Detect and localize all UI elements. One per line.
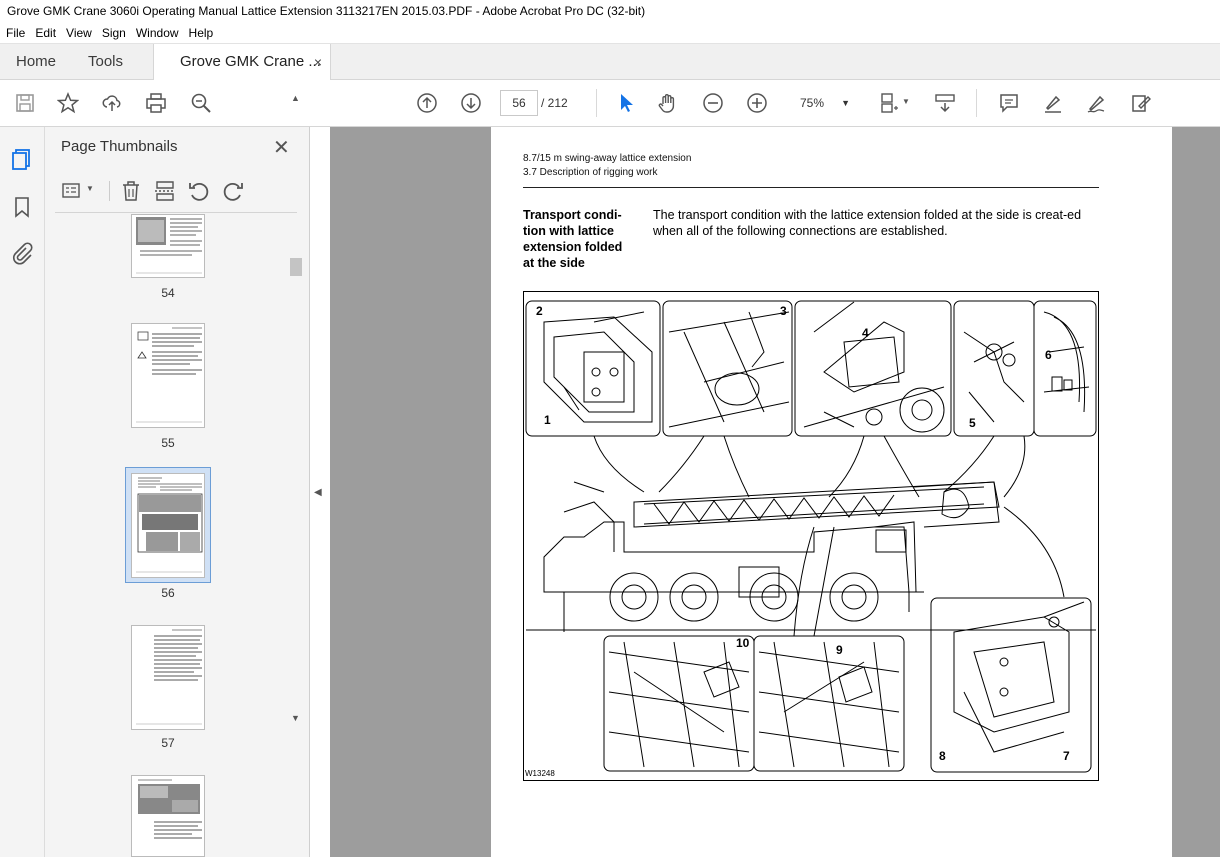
- tab-tools[interactable]: Tools: [88, 44, 123, 80]
- zoom-in-icon[interactable]: [744, 90, 770, 116]
- thumbnail-page-54[interactable]: [131, 214, 205, 278]
- header-rule: [523, 187, 1099, 188]
- thumbnail-options-icon[interactable]: [61, 179, 85, 203]
- bookmark-star-icon[interactable]: [55, 90, 81, 116]
- thumbnail-label: 55: [161, 436, 175, 450]
- thumbnail-scrollbar[interactable]: ▲ ▼: [290, 93, 302, 728]
- main-toolbar: [0, 80, 1220, 127]
- tab-document-label: Grove GMK Crane ...: [180, 53, 321, 70]
- menu-view[interactable]: View: [60, 23, 96, 43]
- tab-home[interactable]: Home: [16, 44, 56, 80]
- menu-edit[interactable]: Edit: [29, 23, 60, 43]
- crane-illustration: [525, 300, 1097, 773]
- callout-label: 9: [836, 643, 843, 657]
- print-icon[interactable]: [143, 90, 169, 116]
- callout-label: 4: [862, 326, 869, 340]
- panel-divider: [109, 181, 110, 201]
- callout-label: 10: [736, 636, 750, 650]
- scroll-up-icon[interactable]: ▲: [291, 93, 300, 103]
- thumbnail-page-56[interactable]: [131, 473, 205, 578]
- zoom-out-icon[interactable]: [700, 90, 726, 116]
- callout-label: 5: [969, 416, 976, 430]
- tab-bar: Home Tools Grove GMK Crane ... ×: [0, 43, 1220, 81]
- panel-toolbar: ▼: [45, 175, 310, 211]
- zoom-select[interactable]: 75% ▼: [788, 90, 858, 116]
- hand-icon[interactable]: [655, 90, 681, 116]
- callout-label: 7: [1063, 749, 1070, 763]
- callout-label: 3: [780, 304, 787, 318]
- comment-icon[interactable]: [996, 90, 1022, 116]
- figure-code: W13248: [525, 769, 555, 778]
- scrollbar-thumb[interactable]: [290, 258, 302, 276]
- menu-sign[interactable]: Sign: [96, 23, 130, 43]
- save-icon[interactable]: [12, 90, 38, 116]
- select-arrow-icon[interactable]: [612, 90, 638, 116]
- page-down-icon[interactable]: [458, 90, 484, 116]
- menu-bar: File Edit View Sign Window Help: [0, 23, 1220, 43]
- toolbar-divider: [976, 89, 977, 117]
- scroll-down-icon[interactable]: ▼: [291, 713, 300, 723]
- attachment-icon[interactable]: [10, 241, 34, 265]
- bookmark-icon[interactable]: [10, 195, 34, 219]
- chevron-down-icon: ▼: [841, 98, 850, 108]
- scroll-mode-icon[interactable]: [932, 90, 958, 116]
- thumbnail-label: 54: [161, 286, 175, 300]
- close-icon[interactable]: ✕: [273, 135, 290, 160]
- page-number-input[interactable]: 56: [500, 90, 538, 116]
- technical-figure: [523, 291, 1099, 781]
- rotate-right-icon[interactable]: [221, 179, 245, 203]
- menu-help[interactable]: Help: [183, 23, 218, 43]
- more-tools-icon[interactable]: [1128, 90, 1154, 116]
- extract-pages-icon[interactable]: [153, 179, 177, 203]
- side-heading: Transport condi-tion with lattice extens…: [523, 208, 623, 270]
- toolbar-divider: [596, 89, 597, 117]
- window-title: Grove GMK Crane 3060i Operating Manual L…: [0, 0, 1220, 23]
- panel-divider: [55, 212, 297, 213]
- sign-icon[interactable]: [1084, 90, 1110, 116]
- callout-label: 1: [544, 413, 551, 427]
- thumbnail-label: 57: [161, 736, 175, 750]
- callout-label: 2: [536, 304, 543, 318]
- zoom-value: 75%: [800, 96, 825, 110]
- callout-label: 6: [1045, 348, 1052, 362]
- delete-icon[interactable]: [119, 179, 143, 203]
- page-total: / 212: [541, 96, 568, 110]
- left-rail: [0, 127, 45, 857]
- rotate-left-icon[interactable]: [187, 179, 211, 203]
- zoom-search-icon[interactable]: [188, 90, 214, 116]
- page-header-section: 3.7 Description of rigging work: [523, 167, 658, 178]
- page-up-icon[interactable]: [414, 90, 440, 116]
- thumbnail-page-55[interactable]: [131, 323, 205, 428]
- thumbnail-page-57[interactable]: [131, 625, 205, 730]
- menu-file[interactable]: File: [0, 23, 29, 43]
- highlight-icon[interactable]: [1040, 90, 1066, 116]
- page-thumbnails-icon[interactable]: [10, 147, 34, 171]
- collapse-panel-icon[interactable]: ◀: [314, 487, 322, 498]
- upload-icon[interactable]: [99, 90, 125, 116]
- chevron-down-icon[interactable]: ▼: [86, 184, 94, 193]
- tab-document[interactable]: Grove GMK Crane ... ×: [153, 44, 331, 81]
- thumbnail-label: 56: [161, 586, 175, 600]
- panel-title: Page Thumbnails: [61, 138, 178, 155]
- page-header-title: 8.7/15 m swing-away lattice extension: [523, 153, 692, 164]
- fit-page-icon[interactable]: [876, 90, 902, 116]
- callout-label: 8: [939, 749, 946, 763]
- chevron-down-icon[interactable]: ▼: [902, 97, 910, 106]
- tab-close-icon[interactable]: ×: [314, 44, 322, 80]
- menu-window[interactable]: Window: [130, 23, 183, 43]
- body-paragraph: The transport condition with the lattice…: [653, 208, 1082, 238]
- thumbnail-page-58[interactable]: [131, 775, 205, 857]
